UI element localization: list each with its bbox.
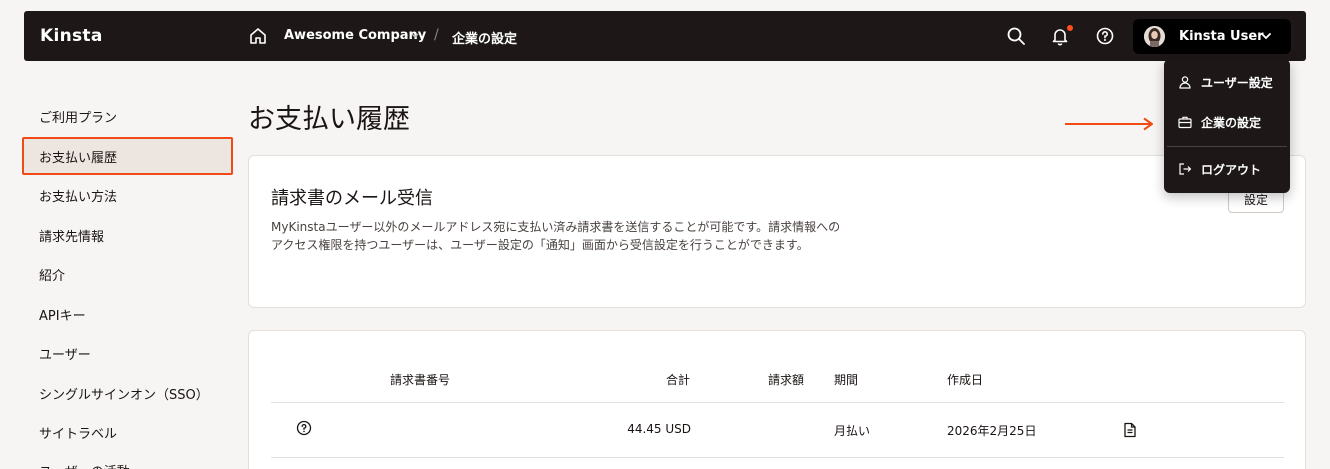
home-icon[interactable] xyxy=(249,27,267,45)
dropdown-item-logout[interactable]: ログアウト xyxy=(1178,159,1288,179)
dropdown-item-label: 企業の設定 xyxy=(1201,116,1262,130)
sidebar-item-referral[interactable]: 紹介 xyxy=(39,265,65,284)
user-name: Kinsta User xyxy=(1179,29,1264,44)
dropdown-item-label: ユーザー設定 xyxy=(1201,76,1273,90)
sidebar-item-users[interactable]: ユーザー xyxy=(39,344,91,363)
help-icon[interactable] xyxy=(296,420,312,436)
dropdown-divider xyxy=(1167,146,1287,147)
card-title: 請求書のメール受信 xyxy=(271,188,433,209)
column-header-invoice-number: 請求書番号 xyxy=(390,373,451,387)
email-invoice-card: 請求書のメール受信 MyKinstaユーザー以外のメールアドレス宛に支払い済み請… xyxy=(248,155,1306,308)
chevron-down-icon[interactable] xyxy=(410,32,420,40)
user-menu-button[interactable]: Kinsta User xyxy=(1133,19,1291,54)
sidebar-item-sso[interactable]: シングルサインオン（SSO） xyxy=(39,384,209,403)
dropdown-item-company-settings[interactable]: 企業の設定 xyxy=(1178,112,1288,132)
invoice-total: 44.45 USD xyxy=(627,422,691,436)
page-title: お支払い履歴 xyxy=(248,104,410,135)
sidebar-item-plan[interactable]: ご利用プラン xyxy=(39,107,117,126)
document-icon[interactable] xyxy=(1123,422,1137,438)
column-header-billed: 請求額 xyxy=(768,373,805,387)
logout-icon xyxy=(1179,163,1192,175)
sidebar-item-site-labels[interactable]: サイトラベル xyxy=(39,423,117,442)
card-description: MyKinstaユーザー以外のメールアドレス宛に支払い済み請求書を送信することが… xyxy=(271,220,841,252)
dropdown-item-user-settings[interactable]: ユーザー設定 xyxy=(1178,72,1288,92)
top-navigation-bar: Kinsta Awesome Company / 企業の設定 Kinsta Us… xyxy=(24,11,1306,61)
invoice-created: 2026年2月25日 xyxy=(947,424,1037,438)
invoice-period: 月払い xyxy=(834,424,871,438)
breadcrumb-current: 企業の設定 xyxy=(452,32,518,47)
column-header-total: 合計 xyxy=(666,373,691,387)
table-divider xyxy=(271,457,1284,458)
dropdown-item-label: ログアウト xyxy=(1201,163,1262,177)
company-switcher[interactable]: Awesome Company xyxy=(284,28,426,43)
table-divider xyxy=(271,402,1284,403)
briefcase-icon xyxy=(1178,116,1192,129)
sidebar-item-user-activity[interactable]: ユーザーの活動 xyxy=(39,461,130,469)
sidebar-item-api-key[interactable]: APIキー xyxy=(39,305,86,324)
help-icon[interactable] xyxy=(1095,26,1115,46)
annotation-arrow xyxy=(1065,117,1153,131)
sidebar-item-payment-method[interactable]: お支払い方法 xyxy=(39,186,117,205)
user-dropdown-menu: ユーザー設定 企業の設定 ログアウト xyxy=(1164,59,1290,193)
breadcrumb-separator: / xyxy=(434,27,439,43)
column-header-period: 期間 xyxy=(834,373,859,387)
invoice-table-card: 請求書番号 合計 請求額 期間 作成日 44.45 USD 月払い 2026年2… xyxy=(248,330,1306,469)
user-icon xyxy=(1179,76,1191,89)
column-header-created: 作成日 xyxy=(947,373,984,387)
avatar xyxy=(1144,26,1165,47)
notification-dot xyxy=(1067,25,1073,31)
chevron-down-icon xyxy=(1261,33,1271,40)
kinsta-logo[interactable]: Kinsta xyxy=(40,26,103,46)
sidebar-item-payment-history[interactable]: お支払い履歴 xyxy=(39,147,117,166)
search-icon[interactable] xyxy=(1006,26,1026,46)
sidebar-item-billing-info[interactable]: 請求先情報 xyxy=(39,226,104,245)
